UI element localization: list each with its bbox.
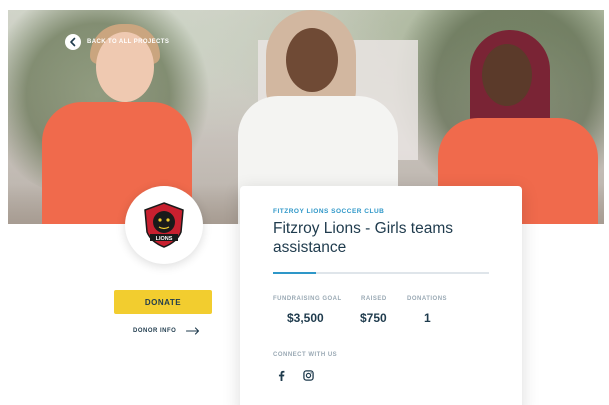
project-title: Fitzroy Lions - Girls teams assistance: [273, 220, 454, 256]
stat-label-donations: DONATIONS: [407, 296, 448, 302]
fundraising-progress-fill: [273, 272, 317, 274]
instagram-icon[interactable]: [303, 368, 314, 386]
stat-value-goal: $3,500: [287, 311, 324, 325]
stat-value-raised: $750: [360, 311, 387, 325]
social-links: [276, 368, 314, 386]
club-logo-text: LIONS: [156, 236, 173, 242]
arrow-left-icon: [65, 34, 81, 50]
stat-label-raised: RAISED: [361, 296, 387, 302]
back-to-projects-label: BACK TO ALL PROJECTS: [87, 39, 170, 45]
club-name: FITZROY LIONS SOCCER CLUB: [273, 208, 385, 215]
donor-info-label: DONOR INFO: [133, 328, 177, 334]
stat-value-donations: 1: [424, 311, 431, 325]
club-logo: LIONS: [125, 186, 203, 264]
donor-info-link[interactable]: DONOR INFO: [133, 322, 200, 340]
page-frame: BACK TO ALL PROJECTS LIONS DONATE DONOR …: [8, 10, 604, 405]
club-logo-icon: LIONS: [144, 202, 184, 248]
stat-label-goal: FUNDRAISING GOAL: [273, 296, 342, 302]
fundraising-progress-bar: [273, 272, 489, 274]
back-to-projects-link[interactable]: BACK TO ALL PROJECTS: [65, 34, 169, 50]
arrow-right-icon: [186, 322, 200, 340]
donate-button[interactable]: DONATE: [114, 290, 212, 314]
project-card: FITZROY LIONS SOCCER CLUB Fitzroy Lions …: [240, 186, 522, 405]
facebook-icon[interactable]: [276, 368, 287, 386]
connect-heading: CONNECT WITH US: [273, 352, 338, 358]
